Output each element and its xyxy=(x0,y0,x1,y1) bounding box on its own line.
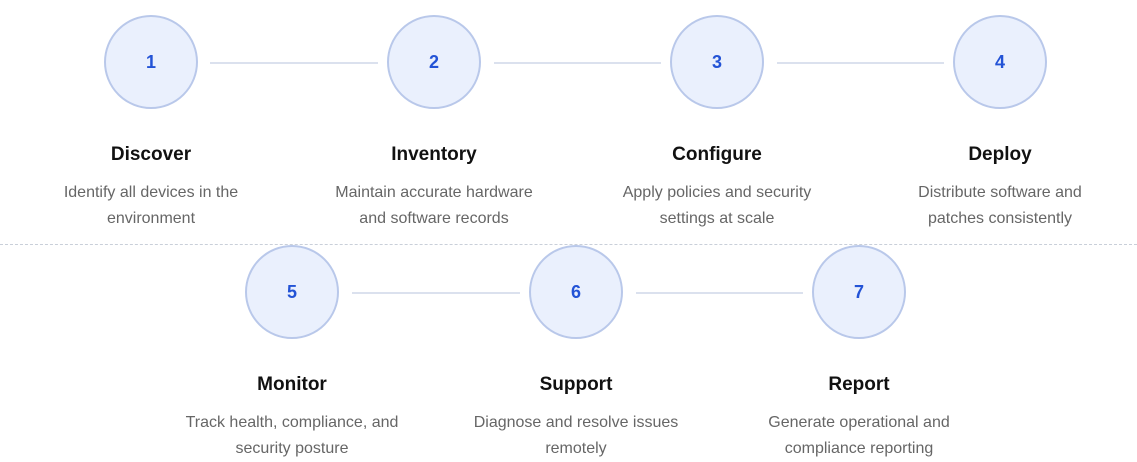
step-number: 3 xyxy=(711,51,722,72)
step-description: Identify all devices in the environment xyxy=(11,180,291,232)
step-title: Support xyxy=(539,374,613,395)
step-description-line: Distribute software and xyxy=(918,184,1082,201)
step-description: Track health, compliance, and security p… xyxy=(152,410,432,462)
step-description-line: Generate operational and xyxy=(768,414,950,431)
step-title: Inventory xyxy=(391,144,477,165)
step-description: Diagnose and resolve issues remotely xyxy=(436,410,716,462)
step-configure: 3 Configure Apply policies and security … xyxy=(577,15,857,232)
step-title: Configure xyxy=(672,144,762,165)
step-support: 6 Support Diagnose and resolve issues re… xyxy=(436,245,716,462)
step-deploy: 4 Deploy Distribute software and patches… xyxy=(860,15,1137,232)
step-description-line: environment xyxy=(106,210,196,227)
step-title: Report xyxy=(828,374,890,395)
step-description: Distribute software and patches consiste… xyxy=(860,180,1137,232)
step-discover: 1 Discover Identify all devices in the e… xyxy=(11,15,291,232)
step-number: 6 xyxy=(570,281,581,302)
step-number: 7 xyxy=(853,281,864,302)
step-title: Discover xyxy=(110,144,192,165)
step-inventory: 2 Inventory Maintain accurate hardware a… xyxy=(294,15,574,232)
step-description-line: remotely xyxy=(545,440,607,457)
step-description: Generate operational and compliance repo… xyxy=(719,410,999,462)
step-description-line: patches consistently xyxy=(927,210,1073,227)
step-title: Deploy xyxy=(968,144,1032,165)
step-title: Monitor xyxy=(257,374,327,395)
step-description-line: compliance reporting xyxy=(784,440,934,457)
step-monitor: 5 Monitor Track health, compliance, and … xyxy=(152,245,432,462)
step-description: Maintain accurate hardware and software … xyxy=(294,180,574,232)
step-description-line: and software records xyxy=(359,210,509,227)
step-number: 2 xyxy=(428,51,439,72)
step-description-line: Identify all devices in the xyxy=(63,184,239,201)
step-number: 4 xyxy=(994,51,1005,72)
step-report: 7 Report Generate operational and compli… xyxy=(719,245,999,462)
step-number-circle: 4 xyxy=(953,15,1047,109)
step-number-circle: 3 xyxy=(670,15,764,109)
step-description-line: Apply policies and security xyxy=(622,184,812,201)
step-description-line: settings at scale xyxy=(659,210,775,227)
step-number-circle: 1 xyxy=(104,15,198,109)
step-description: Apply policies and security settings at … xyxy=(577,180,857,232)
step-description-line: Maintain accurate hardware xyxy=(335,184,533,201)
step-number-circle: 5 xyxy=(245,245,339,339)
step-description-line: Track health, compliance, and xyxy=(185,414,399,431)
step-number: 1 xyxy=(145,51,156,72)
step-number: 5 xyxy=(286,281,297,302)
step-number-circle: 7 xyxy=(812,245,906,339)
step-description-line: security posture xyxy=(235,440,349,457)
step-number-circle: 2 xyxy=(387,15,481,109)
step-number-circle: 6 xyxy=(529,245,623,339)
step-description-line: Diagnose and resolve issues xyxy=(473,414,679,431)
